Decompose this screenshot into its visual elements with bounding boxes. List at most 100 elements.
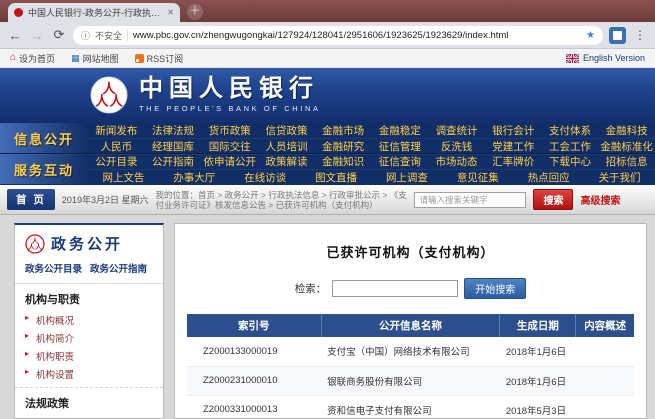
advanced-search-link[interactable]: 高级搜索 (580, 192, 620, 207)
nav-link[interactable]: 公开指南 (145, 154, 202, 169)
cell-name-link[interactable]: 支付宝（中国）网络技术有限公司 (321, 337, 500, 366)
nav-link[interactable]: 人民币 (88, 139, 145, 154)
nav-link[interactable]: 意见征集 (442, 170, 513, 185)
nav-link[interactable]: 图文直播 (301, 170, 372, 185)
sidebar-item[interactable]: 机构简介 (25, 329, 153, 347)
main-panel: 已获许可机构（支付机构） 检索： 开始搜索 索引号 公开信息名称 生成日期 (174, 223, 647, 419)
back-icon[interactable]: ← (7, 28, 23, 43)
set-homepage-link[interactable]: ⌂ 设为首页 (10, 52, 55, 65)
refresh-icon[interactable]: ⟳ (51, 27, 67, 43)
sidebar-emblem-icon: 人 人 人 (25, 234, 45, 254)
new-tab-button[interactable]: ＋ (187, 4, 203, 20)
nav-link[interactable]: 货币政策 (201, 123, 258, 138)
nav-section-service-interaction[interactable]: 服务互动 (0, 154, 88, 184)
nav-link[interactable]: 金融知识 (315, 154, 372, 169)
nav-link[interactable]: 金融稳定 (372, 123, 429, 138)
col-header-date: 生成日期 (500, 314, 576, 337)
nav-link[interactable]: 金融标准化 (598, 139, 655, 154)
sidebar-section-laws-title[interactable]: 法规政策 (25, 395, 153, 411)
nav-link[interactable]: 下载中心 (542, 154, 599, 169)
nav-link[interactable]: 征信查询 (372, 154, 429, 169)
content-area: 人 人 人 政务公开 政务公开目录政务公开指南 机构与职责 机构概况机构简介机构… (0, 215, 655, 419)
nav-link[interactable]: 党建工作 (485, 139, 542, 154)
col-header-index: 索引号 (187, 314, 321, 337)
search-button[interactable]: 搜索 (533, 189, 573, 210)
not-secure-label: 不安全 (95, 29, 122, 42)
retrieve-row: 检索： 开始搜索 (187, 278, 634, 299)
nav-link[interactable]: 反洗钱 (428, 139, 485, 154)
webpage: ⌂ 设为首页 ▦ 网站地图 RSS订阅 English Version (0, 49, 655, 419)
cell-name-link[interactable]: 资和信电子支付有限公司 (321, 395, 500, 419)
extension-icon[interactable] (609, 27, 626, 44)
site-search-input[interactable] (414, 192, 526, 208)
nav-group-service: 服务互动 公开目录公开指南依申请公开政策解读金融知识征信查询市场动态汇率牌价下载… (0, 153, 655, 184)
nav-link[interactable]: 市场动态 (428, 154, 485, 169)
cell-desc (576, 366, 634, 395)
nav-link[interactable]: 网上调查 (372, 170, 443, 185)
nav-link[interactable]: 人员培训 (258, 139, 315, 154)
rss-link[interactable]: RSS订阅 (135, 52, 184, 65)
nav-section-info-disclosure[interactable]: 信息公开 (0, 123, 88, 153)
license-table: 索引号 公开信息名称 生成日期 内容概述 Z2000133000019 支付宝（… (187, 314, 634, 419)
sitemap-link[interactable]: ▦ 网站地图 (71, 52, 119, 65)
nav-link[interactable]: 金融科技 (598, 123, 655, 138)
home-button[interactable]: 首 页 (7, 189, 55, 210)
nav-link[interactable]: 信贷政策 (258, 123, 315, 138)
browser-window: 中国人民银行-政务公开-行政执法信息 ✕ ＋ ← → ⟳ ⓘ 不安全 www.p… (0, 0, 655, 419)
info-icon[interactable]: ⓘ (81, 29, 90, 42)
nav-link[interactable]: 办事大厅 (159, 170, 230, 185)
nav-link[interactable]: 关于我们 (584, 170, 655, 185)
sidebar-section-laws-items: 法律法规 (25, 415, 153, 419)
sidebar-item[interactable]: 机构设置 (25, 365, 153, 383)
nav-link[interactable]: 网上文告 (88, 170, 159, 185)
nav-link[interactable]: 调查统计 (428, 123, 485, 138)
table-row: Z2000231000010 银联商务股份有限公司 2018年1月6日 (187, 366, 634, 395)
start-search-button[interactable]: 开始搜索 (464, 278, 526, 299)
bank-name-en: THE PEOPLE'S BANK OF CHINA (139, 104, 321, 113)
retrieve-input[interactable] (332, 280, 458, 297)
tab-title: 中国人民银行-政务公开-行政执法信息 (28, 6, 162, 19)
sitemap-icon: ▦ (71, 54, 80, 63)
cell-name-link[interactable]: 银联商务股份有限公司 (321, 366, 500, 395)
nav-link[interactable]: 汇率牌价 (485, 154, 542, 169)
close-tab-icon[interactable]: ✕ (167, 8, 174, 17)
sidebar-item[interactable]: 机构职责 (25, 347, 153, 365)
nav-link[interactable]: 政策解读 (258, 154, 315, 169)
bookmark-star-icon[interactable]: ★ (586, 30, 595, 41)
set-homepage-label: 设为首页 (19, 52, 55, 65)
browser-tab[interactable]: 中国人民银行-政务公开-行政执法信息 ✕ (8, 3, 180, 22)
address-bar[interactable]: ⓘ 不安全 www.pbc.gov.cn/zhengwugongkai/1279… (73, 26, 603, 45)
nav-link[interactable]: 在线访谈 (230, 170, 301, 185)
nav-link[interactable]: 工会工作 (542, 139, 599, 154)
breadcrumb-bar: 首 页 2019年3月2日 星期六 我的位置：首页 > 政务公开 > 行政执法信… (0, 185, 655, 215)
nav-link[interactable]: 法律法规 (145, 123, 202, 138)
nav-link[interactable]: 银行会计 (485, 123, 542, 138)
nav-link[interactable]: 支付体系 (542, 123, 599, 138)
sidebar-item[interactable]: 法律法规 (25, 415, 153, 419)
sidebar-link[interactable]: 政务公开目录 (25, 261, 82, 275)
sidebar-section-org-title[interactable]: 机构与职责 (25, 291, 153, 307)
breadcrumb[interactable]: 我的位置：首页 > 政务公开 > 行政执法信息 > 行政审批公示 > 《支付业务… (155, 190, 407, 210)
nav-link[interactable]: 新闻发布 (88, 123, 145, 138)
url-text[interactable]: www.pbc.gov.cn/zhengwugongkai/127924/128… (133, 30, 581, 41)
nav-link[interactable]: 国际交往 (201, 139, 258, 154)
nav-link[interactable]: 金融市场 (315, 123, 372, 138)
cell-index: Z2000331000013 (187, 395, 321, 419)
english-version-label: English Version (583, 53, 645, 63)
nav-link[interactable]: 金融研究 (315, 139, 372, 154)
nav-row: 网上文告办事大厅在线访谈图文直播网上调查意见征集热点回应关于我们 (88, 169, 655, 184)
browser-menu-icon[interactable]: ⋮ (632, 28, 648, 42)
english-version-link[interactable]: English Version (566, 53, 645, 63)
nav-link[interactable]: 热点回应 (513, 170, 584, 185)
nav-link[interactable]: 经理国库 (145, 139, 202, 154)
forward-icon[interactable]: → (29, 28, 45, 43)
sidebar-item[interactable]: 机构概况 (25, 311, 153, 329)
cell-index: Z2000133000019 (187, 337, 321, 366)
nav-link[interactable]: 招标信息 (598, 154, 655, 169)
sitemap-label: 网站地图 (83, 52, 119, 65)
nav-link[interactable]: 依申请公开 (201, 154, 258, 169)
nav-link[interactable]: 征信管理 (372, 139, 429, 154)
sidebar-link[interactable]: 政务公开指南 (90, 261, 147, 275)
pbc-emblem-icon: 人 人 人 (90, 76, 128, 114)
nav-link[interactable]: 公开目录 (88, 154, 145, 169)
